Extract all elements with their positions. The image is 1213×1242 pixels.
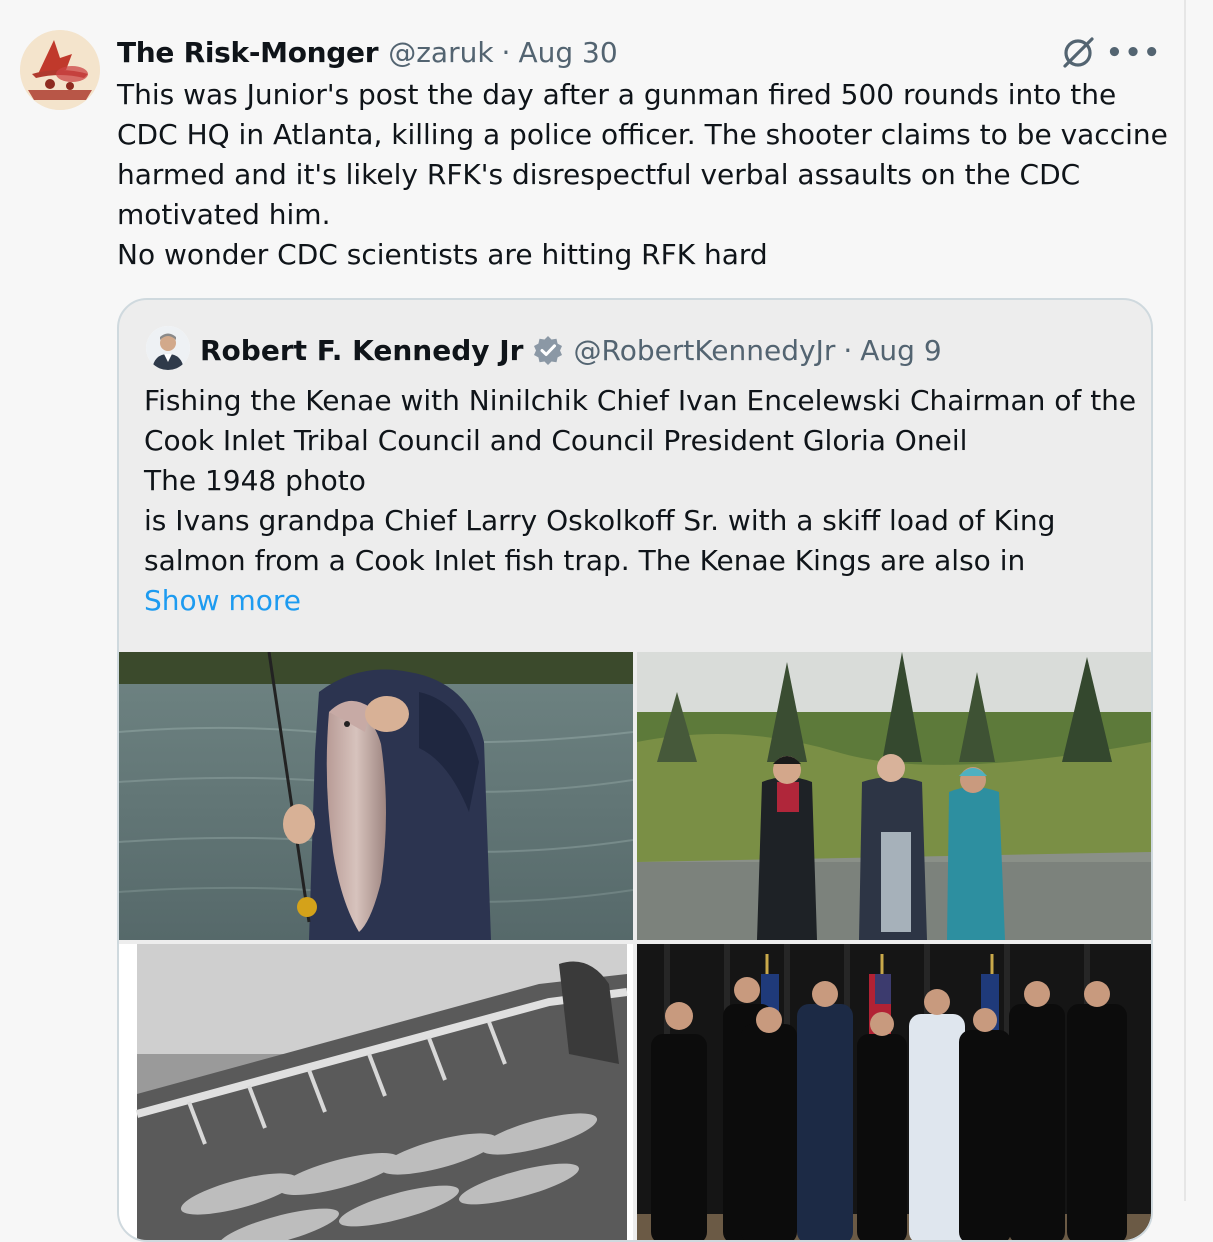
quoted-post[interactable]: Robert F. Kennedy Jr @RobertKennedyJr · … xyxy=(117,298,1153,1242)
quoted-body-line: The 1948 photo xyxy=(144,464,366,497)
show-more-link[interactable]: Show more xyxy=(144,584,301,617)
quoted-author-name[interactable]: Robert F. Kennedy Jr xyxy=(200,334,524,367)
photo-council-group[interactable] xyxy=(637,944,1151,1240)
more-icon[interactable]: ••• xyxy=(1106,33,1160,73)
page-divider xyxy=(1184,0,1186,1201)
avatar[interactable] xyxy=(20,30,100,110)
post-body-line: harmed and it's likely RFK's disrespectf… xyxy=(117,158,1081,191)
post[interactable]: The Risk-Monger @zaruk · Aug 30 ••• This… xyxy=(0,0,1184,1242)
quoted-body: Fishing the Kenae with Ninilchik Chief I… xyxy=(144,381,1144,621)
photo-group-river[interactable] xyxy=(637,652,1151,940)
grok-icon[interactable] xyxy=(1058,33,1098,73)
author-handle[interactable]: @zaruk xyxy=(388,36,493,69)
separator: · xyxy=(501,35,511,69)
photo-grid xyxy=(119,652,1151,1240)
photo-1948-skiff[interactable] xyxy=(119,944,633,1240)
quoted-body-line: Fishing the Kenae with Ninilchik Chief I… xyxy=(144,384,1137,417)
post-header: The Risk-Monger @zaruk · Aug 30 xyxy=(117,30,618,74)
post-body-line: No wonder CDC scientists are hitting RFK… xyxy=(117,238,768,271)
post-date[interactable]: Aug 30 xyxy=(518,36,617,69)
verified-icon xyxy=(532,334,564,366)
separator: · xyxy=(843,333,853,367)
quoted-body-line: is Ivans grandpa Chief Larry Oskolkoff S… xyxy=(144,504,1056,537)
quoted-author-handle[interactable]: @RobertKennedyJr xyxy=(574,334,836,367)
quoted-date[interactable]: Aug 9 xyxy=(860,334,941,367)
post-body: This was Junior's post the day after a g… xyxy=(117,75,1168,275)
quoted-header: Robert F. Kennedy Jr @RobertKennedyJr · … xyxy=(200,328,942,372)
post-body-line: This was Junior's post the day after a g… xyxy=(117,78,1117,111)
post-body-line: CDC HQ in Atlanta, killing a police offi… xyxy=(117,118,1168,151)
author-name[interactable]: The Risk-Monger xyxy=(117,36,379,69)
post-body-line: motivated him. xyxy=(117,198,331,231)
quoted-body-line: Cook Inlet Tribal Council and Council Pr… xyxy=(144,424,968,457)
quoted-avatar[interactable] xyxy=(146,326,190,370)
quoted-body-line: salmon from a Cook Inlet fish trap. The … xyxy=(144,544,1026,577)
photo-fisherman-salmon[interactable] xyxy=(119,652,633,940)
